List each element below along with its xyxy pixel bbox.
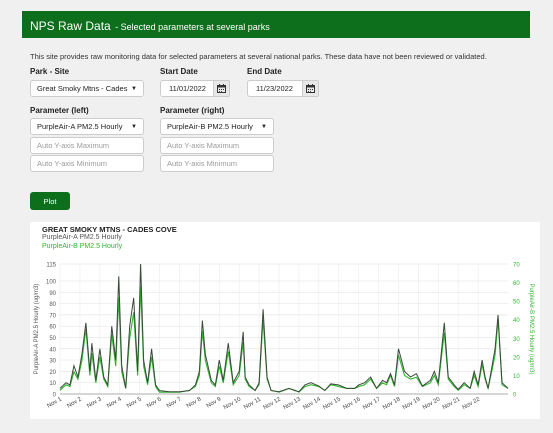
param-right-label: Parameter (right) [160,106,225,115]
calendar-icon [217,84,226,93]
x-tick-label: Nov 22 [462,396,482,411]
x-tick-label: Nov 8 [186,396,203,409]
y-tick-left: 0 [53,393,57,399]
y-tick-right: 70 [513,263,520,269]
start-date-value: 11/01/2022 [169,84,206,93]
y-tick-left: 20 [49,370,56,376]
x-tick-label: Nov 14 [302,396,322,411]
param-right-select[interactable]: PurpleAir-B PM2.5 Hourly ▼ [160,118,274,135]
x-tick-label: Nov 6 [146,396,163,409]
x-tick-label: Nov 10 [223,396,243,411]
left-ymax-input[interactable]: Auto Y-axis Maximum [30,137,144,154]
y-axis-label-right: PurpleAir-B PM2.5 Hourly (ug/m3) [528,283,534,374]
x-tick-label: Nov 21 [442,396,462,411]
y-tick-right: 20 [513,355,520,361]
start-date-calendar-button[interactable] [213,80,230,97]
y-tick-right: 30 [513,337,520,343]
x-tick-label: Nov 16 [342,396,362,411]
x-tick-label: Nov 20 [422,396,442,411]
x-tick-label: Nov 17 [362,396,382,411]
y-tick-left: 70 [49,313,56,319]
app-subtitle: - Selected parameters at several parks [115,22,270,32]
x-tick-label: Nov 9 [206,396,223,409]
series-b-line [59,286,509,393]
param-left-select[interactable]: PurpleAir-A PM2.5 Hourly ▼ [30,118,144,135]
intro-text: This site provides raw monitoring data f… [30,52,487,61]
x-tick-label: Nov 11 [243,396,263,411]
end-date-label: End Date [247,67,282,76]
x-tick-label: Nov 4 [106,396,123,409]
x-tick-label: Nov 13 [282,396,302,411]
y-tick-left: 90 [49,291,56,297]
series-a-line [59,263,509,393]
x-tick-label: Nov 2 [66,396,83,409]
plot-button[interactable]: Plot [30,192,70,210]
param-left-label: Parameter (left) [30,106,89,115]
caret-down-icon: ▼ [131,123,137,130]
right-ymax-input[interactable]: Auto Y-axis Maximum [160,137,274,154]
x-tick-label: Nov 19 [402,396,422,411]
calendar-icon [306,84,315,93]
line-chart: 0 10 20 30 40 50 60 70 80 90 100 115 0 10 20 30 40 50 60 70… [34,263,534,412]
park-site-label: Park - Site [30,67,70,76]
x-tick-label: Nov 12 [263,396,283,411]
app-header: NPS Raw Data - Selected parameters at se… [22,11,530,38]
y-tick-right: 40 [513,318,520,324]
y-axis-label-left: PurpleAir-A PM2.5 Hourly (ug/m3) [34,284,40,375]
caret-down-icon: ▼ [131,85,137,92]
right-ymin-input[interactable]: Auto Y-axis Minimum [160,155,274,172]
x-tick-label: Nov 15 [322,396,342,411]
y-tick-left: 50 [49,336,56,342]
y-tick-right: 50 [513,300,520,306]
y-tick-left: 40 [49,347,56,353]
x-tick-label: Nov 18 [382,396,402,411]
end-date-value: 11/23/2022 [256,84,293,93]
start-date-label: Start Date [160,67,198,76]
y-tick-left: 115 [46,263,56,269]
left-ymin-input[interactable]: Auto Y-axis Minimum [30,155,144,172]
y-tick-left: 100 [46,279,57,285]
param-left-value: PurpleAir-A PM2.5 Hourly [37,122,123,131]
y-tick-right: 60 [513,281,520,287]
x-tick-label: Nov 3 [86,396,103,409]
chart-panel: GREAT SMOKY MTNS - CADES COVE PurpleAir-… [30,222,540,419]
y-tick-left: 80 [49,302,56,308]
y-tick-right: 0 [513,393,517,399]
x-tick-label: Nov 5 [126,396,143,409]
y-tick-left: 60 [49,325,56,331]
param-right-value: PurpleAir-B PM2.5 Hourly [167,122,253,131]
caret-down-icon: ▼ [261,123,267,130]
y-tick-left: 10 [49,381,56,387]
park-site-select[interactable]: Great Smoky Mtns - Cades ▼ [30,80,144,97]
app-title: NPS Raw Data [30,19,111,33]
end-date-calendar-button[interactable] [302,80,319,97]
y-tick-right: 10 [513,374,520,380]
x-tick-label: Nov 7 [166,396,183,409]
y-tick-left: 30 [49,359,56,365]
park-site-value: Great Smoky Mtns - Cades [37,84,128,93]
